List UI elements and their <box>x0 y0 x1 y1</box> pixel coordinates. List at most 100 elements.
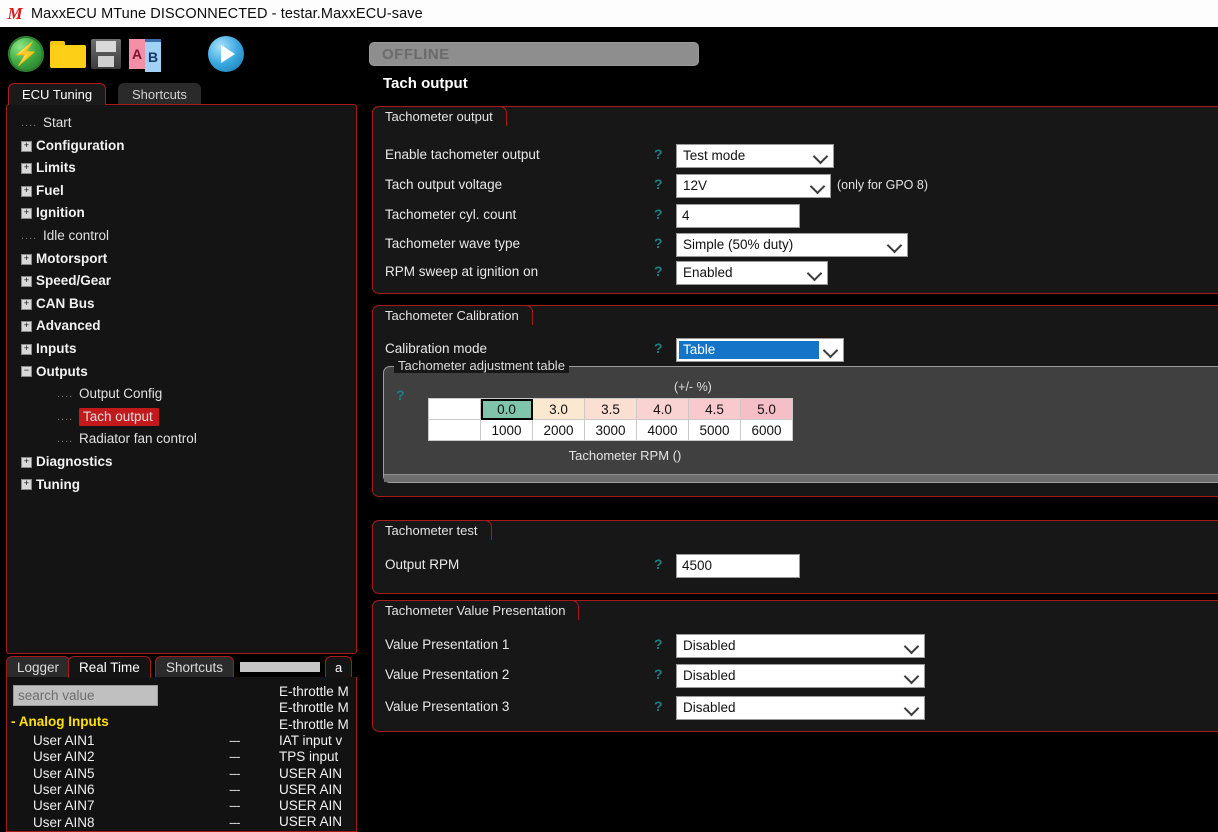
select-tachometer-wave-type[interactable]: Simple (50% duty) <box>676 233 908 257</box>
table-cell-axis-0[interactable]: 1000 <box>480 419 533 441</box>
tree-item-start[interactable]: .... Start <box>7 112 356 135</box>
table-cell-axis-3[interactable]: 4000 <box>636 419 689 441</box>
tab-real-time[interactable]: Real Time <box>68 656 151 678</box>
expand-icon[interactable]: + <box>21 208 32 220</box>
tree-item-idle-control[interactable]: .... Idle control <box>7 225 356 248</box>
table-cell-value-0[interactable]: 0.0 <box>480 398 533 420</box>
expand-icon[interactable]: + <box>21 456 32 468</box>
search-input[interactable]: search value <box>13 685 158 706</box>
tab-logger[interactable]: Logger <box>6 656 71 678</box>
tree-item-advanced[interactable]: + Advanced <box>7 315 356 338</box>
input-tachometer-cyl-count[interactable]: 4 <box>676 204 800 228</box>
help-icon[interactable]: ? <box>654 176 663 192</box>
tree-item-inputs[interactable]: + Inputs <box>7 338 356 361</box>
compare-ab-icon[interactable]: AB <box>129 39 161 72</box>
start-icon[interactable] <box>208 36 244 72</box>
select-value-presentation-1[interactable]: Disabled <box>676 634 925 658</box>
collapse-icon[interactable]: − <box>21 366 32 378</box>
select-rpm-sweep-at-ignition-on[interactable]: Enabled <box>676 261 828 285</box>
tree-item-fuel[interactable]: + Fuel <box>7 180 356 203</box>
tab-shortcuts[interactable]: Shortcuts <box>118 83 201 105</box>
tree-item-radiator-fan-control[interactable]: .... Radiator fan control <box>7 428 356 451</box>
value-row-right[interactable]: IAT input v <box>279 733 356 749</box>
table-cell-value-5[interactable]: 5.0 <box>740 398 793 420</box>
expand-icon[interactable]: + <box>21 321 32 333</box>
select-calibration-mode[interactable]: Table <box>676 338 844 362</box>
help-icon[interactable]: ? <box>396 387 405 403</box>
tree-item-label: Diagnostics <box>36 454 113 470</box>
tab-bottom-shortcuts[interactable]: Shortcuts <box>155 656 235 678</box>
expand-icon[interactable]: + <box>21 343 32 355</box>
connect-icon[interactable] <box>8 36 44 72</box>
open-file-icon[interactable] <box>50 41 86 68</box>
horizontal-scrollbar[interactable] <box>384 474 1218 482</box>
help-icon[interactable]: ? <box>654 206 663 222</box>
table-cell-axis-5[interactable]: 6000 <box>740 419 793 441</box>
select-value-rpm-sweep-at-ignition-on: Enabled <box>683 265 733 280</box>
group-title-tachometer-calibration: Tachometer Calibration <box>373 306 533 328</box>
bottom-tab-strip: Logger Real Time Shortcuts a <box>0 655 360 678</box>
tree-item-motorsport[interactable]: + Motorsport <box>7 248 356 271</box>
value-row-right[interactable]: E-throttle M <box>279 717 356 733</box>
select-value-presentation-2[interactable]: Disabled <box>676 664 925 688</box>
tree-item-configuration[interactable]: + Configuration <box>7 135 356 158</box>
tab-ecu-tuning[interactable]: ECU Tuning <box>8 83 107 105</box>
value-row-right[interactable]: USER AIN <box>279 766 356 782</box>
adjustment-table-title: Tachometer adjustment table <box>394 358 569 373</box>
table-cell-axis-4[interactable]: 5000 <box>688 419 741 441</box>
help-icon[interactable]: ? <box>654 235 663 251</box>
tree-item-limits[interactable]: + Limits <box>7 157 356 180</box>
tree-item-label: Radiator fan control <box>79 431 197 447</box>
table-cell-value-4[interactable]: 4.5 <box>688 398 741 420</box>
tree-item-tuning[interactable]: + Tuning <box>7 474 356 497</box>
tree-item-can-bus[interactable]: + CAN Bus <box>7 293 356 316</box>
table-cell-axis-1[interactable]: 2000 <box>532 419 585 441</box>
select-tach-output-voltage[interactable]: 12V <box>676 174 831 198</box>
select-value-presentation-3[interactable]: Disabled <box>676 696 925 720</box>
expand-icon[interactable]: + <box>21 185 32 197</box>
tree-item-tach-output[interactable]: .... Tach output <box>7 406 356 429</box>
value-row-right[interactable]: USER AIN <box>279 798 356 814</box>
value-row-right[interactable]: E-throttle M <box>279 684 356 700</box>
table-cell-value-1[interactable]: 3.0 <box>532 398 585 420</box>
navigation-tree[interactable]: .... Start + Configuration + Limits + Fuel + Igni… <box>6 104 357 654</box>
value-row-right[interactable]: TPS input <box>279 749 356 765</box>
tachometer-adjustment-table[interactable]: 0.0 3.0 3.5 4.0 4.5 5.0 1000 2000 3000 4000 5000 6… <box>428 398 793 441</box>
tree-connector: .... <box>21 230 38 243</box>
app-logo-icon: M <box>7 3 23 23</box>
tree-item-diagnostics[interactable]: + Diagnostics <box>7 451 356 474</box>
help-icon[interactable]: ? <box>654 636 663 652</box>
select-value-tach-output-voltage: 12V <box>683 178 708 193</box>
expand-icon[interactable]: + <box>21 140 32 152</box>
tree-item-ignition[interactable]: + Ignition <box>7 202 356 225</box>
save-file-icon[interactable] <box>91 39 121 69</box>
tab-overflow[interactable]: a <box>325 656 353 678</box>
expand-icon[interactable]: + <box>21 276 32 288</box>
expand-icon[interactable]: + <box>21 163 32 175</box>
value-row-right[interactable]: E-throttle M <box>279 700 356 716</box>
help-icon[interactable]: ? <box>654 698 663 714</box>
table-cell-value-2[interactable]: 3.5 <box>584 398 637 420</box>
select-enable-tachometer-output[interactable]: Test mode <box>676 144 834 168</box>
tree-item-output-config[interactable]: .... Output Config <box>7 383 356 406</box>
help-icon[interactable]: ? <box>654 556 663 572</box>
value-row-right[interactable]: USER AIN <box>279 814 356 830</box>
expand-icon[interactable]: + <box>21 298 32 310</box>
expand-icon[interactable]: + <box>21 479 32 491</box>
table-cell-value-3[interactable]: 4.0 <box>636 398 689 420</box>
tree-item-label: Start <box>43 115 72 131</box>
expand-icon[interactable]: + <box>21 253 32 265</box>
input-output-rpm[interactable]: 4500 <box>676 554 800 578</box>
help-icon[interactable]: ? <box>654 263 663 279</box>
help-icon[interactable]: ? <box>654 146 663 162</box>
label-enable-tachometer-output: Enable tachometer output <box>385 147 540 162</box>
value-row-name: User AIN7 <box>33 798 95 814</box>
help-icon[interactable]: ? <box>654 666 663 682</box>
table-row-values: 0.0 3.0 3.5 4.0 4.5 5.0 <box>428 398 793 420</box>
tree-item-outputs[interactable]: − Outputs <box>7 361 356 384</box>
progress-bar[interactable] <box>240 662 320 672</box>
table-cell-axis-2[interactable]: 3000 <box>584 419 637 441</box>
value-row-right[interactable]: USER AIN <box>279 782 356 798</box>
help-icon[interactable]: ? <box>654 340 663 356</box>
tree-item-speed-gear[interactable]: + Speed/Gear <box>7 270 356 293</box>
